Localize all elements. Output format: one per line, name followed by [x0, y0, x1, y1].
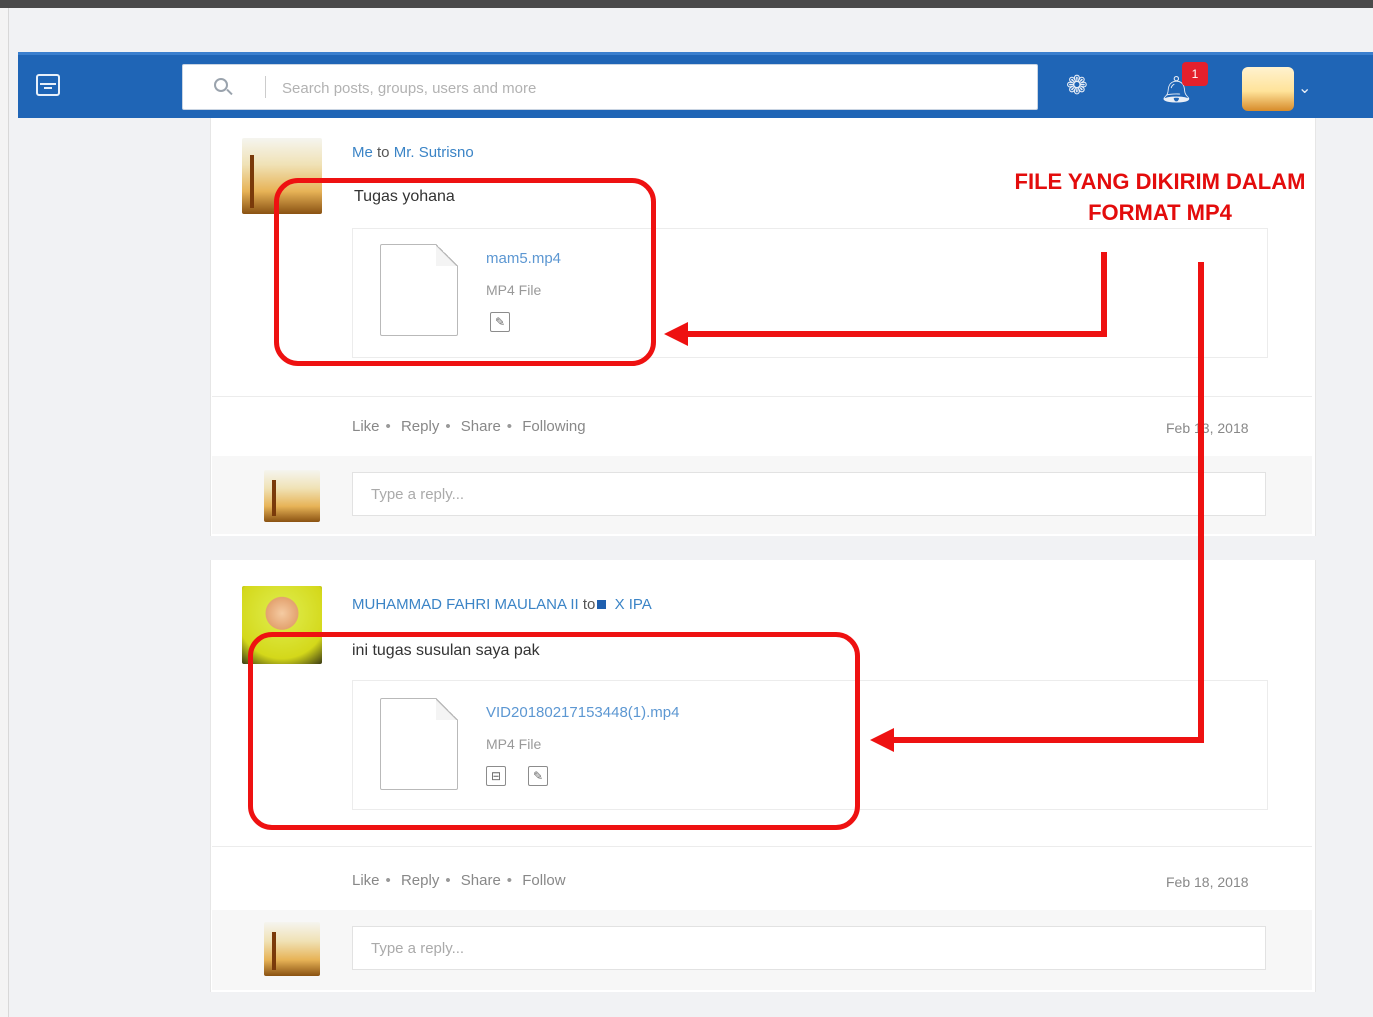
- arrowhead-icon: [664, 322, 688, 346]
- annotation-arrows: [664, 252, 1204, 752]
- arrow-to-first-file: [684, 252, 1107, 337]
- arrowhead-icon: [870, 728, 894, 752]
